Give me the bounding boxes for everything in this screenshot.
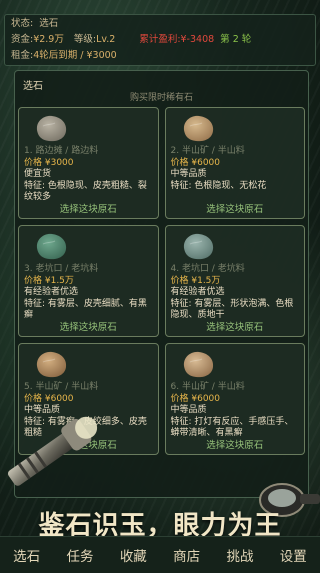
nav-item[interactable]: 收藏 <box>116 545 151 565</box>
status-panel: 状态: 选石 资金:¥2.9万 等级:Lv.2 累计盈利:¥-3408 第 2 … <box>4 14 316 66</box>
stone-position: 3. 老坑口 / 老坑料 <box>24 264 99 274</box>
rent-value: 4轮后到期 / ¥3000 <box>33 50 117 61</box>
state-label: 状态: <box>11 18 34 29</box>
level-value: Lv.2 <box>96 34 116 45</box>
nav-item[interactable]: 设置 <box>276 545 311 565</box>
stone-position: 4. 老坑口 / 老坑料 <box>170 264 245 274</box>
funds-value: ¥2.9万 <box>33 34 64 45</box>
state-value: 选石 <box>39 18 59 29</box>
flashlight-icon <box>7 416 98 486</box>
stone-grade: 便宜货 <box>24 169 52 179</box>
stone-grade: 中等品质 <box>170 405 207 415</box>
nav-item[interactable]: 选石 <box>9 545 44 565</box>
stone-grade: 有经验者优选 <box>170 287 225 297</box>
stone-price: 价格 ¥1.5万 <box>170 275 221 286</box>
stone-price: 价格 ¥6000 <box>170 157 221 168</box>
limited-rare-stones-heading: 购买限时稀有石 <box>129 93 193 103</box>
select-stone-button[interactable]: 选择这块原石 <box>166 322 305 334</box>
stone-position: 5. 半山矿 / 半山料 <box>24 382 99 392</box>
level-label: 等级: <box>73 34 97 45</box>
stone-price: 价格 ¥6000 <box>170 393 221 404</box>
stone-grade: 中等品质 <box>170 169 207 179</box>
stone-card[interactable]: 4. 老坑口 / 老坑料 价格 ¥1.5万 有经验者优选 特征: 有雾层、形状泡满、色… <box>164 225 305 337</box>
stone-price: 价格 ¥3000 <box>24 157 74 168</box>
profit-value: ¥-3408 <box>180 34 215 45</box>
panel-title: 选石 <box>23 81 43 92</box>
profit-label: 累计盈利: <box>139 34 181 45</box>
raw-stone-icon <box>36 115 67 142</box>
stone-features: 特征: 有雾层、皮壳细腻、有黑癣 <box>24 298 147 321</box>
stone-card[interactable]: 3. 老坑口 / 老坑料 价格 ¥1.5万 有经验者优选 特征: 有雾层、皮壳细腻、有… <box>18 225 159 337</box>
stone-features: 特征: 色根隐现、无松花 <box>170 180 267 191</box>
raw-stone-icon <box>183 115 213 142</box>
stone-grade: 有经验者优选 <box>24 287 79 297</box>
bottom-navigation: 选石 任务 收藏 商店 挑战 设置 <box>0 536 320 573</box>
stone-position: 1. 路边摊 / 路边料 <box>24 146 99 156</box>
funds-label: 资金: <box>11 34 34 45</box>
rent-label: 租金: <box>11 50 34 61</box>
raw-stone-icon <box>36 351 67 378</box>
raw-stone-icon <box>183 351 213 378</box>
raw-stone-icon <box>183 233 213 260</box>
stone-features: 特征: 色根隐现、皮壳粗糙、裂纹较多 <box>24 180 147 203</box>
select-stone-button[interactable]: 选择这块原石 <box>166 440 305 452</box>
stone-position: 2. 半山矿 / 半山料 <box>170 146 245 156</box>
select-stone-button[interactable]: 选择这块原石 <box>166 204 305 216</box>
stone-card[interactable]: 2. 半山矿 / 半山料 价格 ¥6000 中等品质 特征: 色根隐现、无松花选择这块… <box>164 107 305 219</box>
select-stone-button[interactable]: 选择这块原石 <box>19 204 158 216</box>
stone-features: 特征: 打灯有反应、手感压手、蟒带清晰、有黑癣 <box>170 416 294 439</box>
stone-position: 6. 半山矿 / 半山料 <box>170 382 245 392</box>
stone-features: 特征: 有雾层、形状泡满、色根隐现、质地干 <box>170 298 294 321</box>
stone-price: 价格 ¥1.5万 <box>24 275 74 286</box>
select-stone-button[interactable]: 选择这块原石 <box>19 322 158 334</box>
nav-item[interactable]: 挑战 <box>222 545 257 565</box>
stone-card[interactable]: 6. 半山矿 / 半山料 价格 ¥6000 中等品质 特征: 打灯有反应、手感压手、蟒… <box>164 343 305 455</box>
round-counter: 第 2 轮 <box>220 34 252 45</box>
nav-item[interactable]: 任务 <box>62 545 97 565</box>
raw-stone-icon <box>36 233 67 260</box>
nav-item[interactable]: 商店 <box>169 545 204 565</box>
stone-card[interactable]: 1. 路边摊 / 路边料 价格 ¥3000 便宜货 特征: 色根隐现、皮壳粗糙、裂纹较… <box>18 107 159 219</box>
